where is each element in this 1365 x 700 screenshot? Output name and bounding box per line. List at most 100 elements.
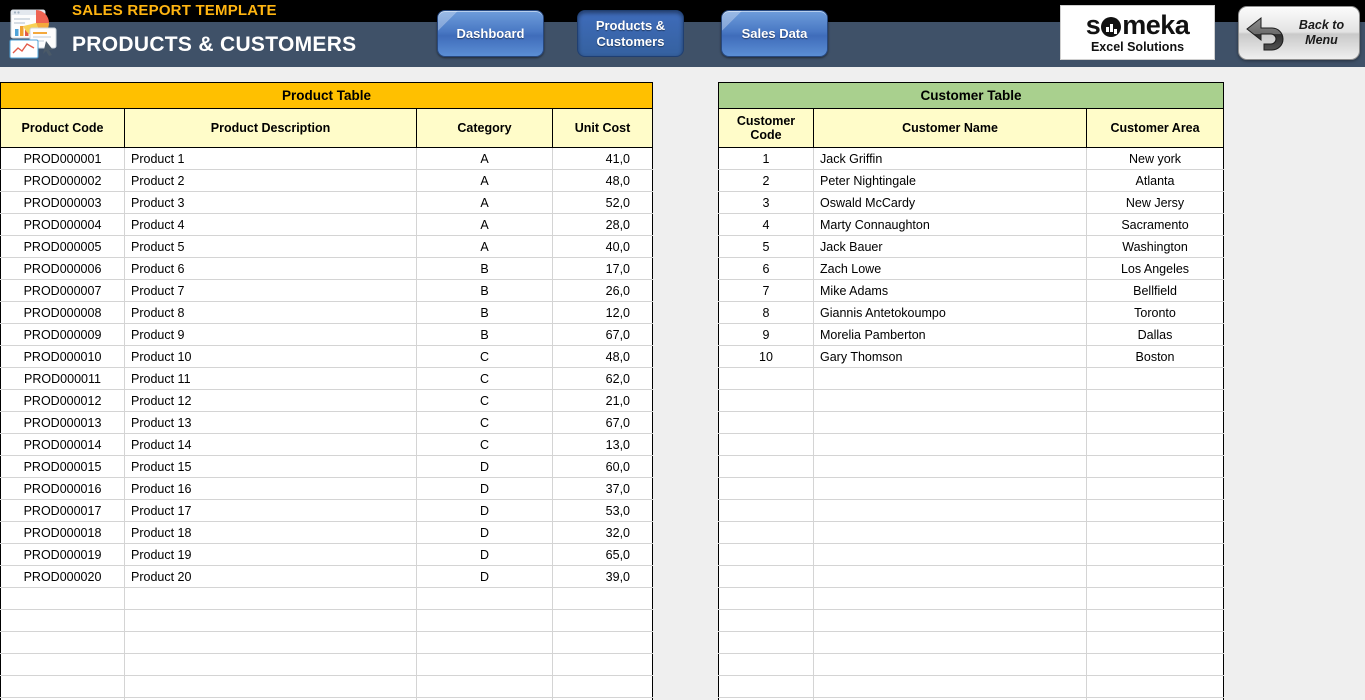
- cell-product-description[interactable]: Product 12: [124, 389, 417, 412]
- table-row-empty[interactable]: [718, 675, 1225, 698]
- cell-product-description[interactable]: Product 19: [124, 543, 417, 566]
- table-row-empty[interactable]: [718, 455, 1225, 478]
- cell-category[interactable]: D: [416, 499, 553, 522]
- cell-customer-code-empty[interactable]: [718, 367, 814, 390]
- cell-customer-name[interactable]: Oswald McCardy: [813, 191, 1087, 214]
- cell-customer-code-empty[interactable]: [718, 543, 814, 566]
- cell-customer-code[interactable]: 10: [718, 345, 814, 368]
- cell-customer-name-empty[interactable]: [813, 631, 1087, 654]
- cell-customer-code[interactable]: 6: [718, 257, 814, 280]
- cell-category[interactable]: D: [416, 565, 553, 588]
- cell-customer-name-empty[interactable]: [813, 587, 1087, 610]
- column-header-product-code[interactable]: Product Code: [0, 108, 125, 148]
- cell-customer-code-empty[interactable]: [718, 521, 814, 544]
- cell-product-description[interactable]: Product 2: [124, 169, 417, 192]
- cell-product-description[interactable]: Product 18: [124, 521, 417, 544]
- cell-product-description[interactable]: Product 9: [124, 323, 417, 346]
- cell-customer-name-empty[interactable]: [813, 411, 1087, 434]
- cell-customer-code[interactable]: 7: [718, 279, 814, 302]
- cell-customer-code[interactable]: 4: [718, 213, 814, 236]
- cell-unit-cost[interactable]: 48,0: [551, 169, 654, 192]
- cell-product-code[interactable]: PROD000018: [0, 521, 125, 544]
- table-row[interactable]: PROD000003 Product 3 A 52,0: [0, 191, 654, 214]
- cell-customer-name-empty[interactable]: [813, 565, 1087, 588]
- cell-product-description[interactable]: Product 10: [124, 345, 417, 368]
- table-row[interactable]: PROD000016 Product 16 D 37,0: [0, 477, 654, 500]
- cell-customer-code[interactable]: 3: [718, 191, 814, 214]
- cell-customer-area-empty[interactable]: [1085, 367, 1225, 390]
- cell-customer-area[interactable]: Atlanta: [1085, 169, 1225, 192]
- table-row-empty[interactable]: [718, 653, 1225, 676]
- cell-unit-cost[interactable]: 62,0: [551, 367, 654, 390]
- cell-product-code[interactable]: PROD000020: [0, 565, 125, 588]
- cell-category[interactable]: D: [416, 477, 553, 500]
- table-row[interactable]: PROD000015 Product 15 D 60,0: [0, 455, 654, 478]
- cell-customer-code-empty[interactable]: [718, 587, 814, 610]
- cell-customer-name[interactable]: Marty Connaughton: [813, 213, 1087, 236]
- cell-unit-cost[interactable]: 67,0: [551, 411, 654, 434]
- cell-product-code[interactable]: PROD000010: [0, 345, 125, 368]
- cell-category[interactable]: B: [416, 257, 553, 280]
- cell-product-description-empty[interactable]: [124, 675, 417, 698]
- cell-category[interactable]: A: [416, 213, 553, 236]
- column-header-customer-code[interactable]: Customer Code: [718, 108, 814, 148]
- cell-unit-cost[interactable]: 37,0: [551, 477, 654, 500]
- cell-product-description[interactable]: Product 1: [124, 147, 417, 170]
- cell-customer-code[interactable]: 8: [718, 301, 814, 324]
- cell-customer-code-empty[interactable]: [718, 675, 814, 698]
- cell-product-code[interactable]: PROD000016: [0, 477, 125, 500]
- cell-product-description[interactable]: Product 11: [124, 367, 417, 390]
- column-header-category[interactable]: Category: [416, 108, 553, 148]
- cell-category[interactable]: B: [416, 323, 553, 346]
- cell-customer-code-empty[interactable]: [718, 433, 814, 456]
- table-row[interactable]: PROD000019 Product 19 D 65,0: [0, 543, 654, 566]
- cell-unit-cost[interactable]: 13,0: [551, 433, 654, 456]
- cell-product-code-empty[interactable]: [0, 675, 125, 698]
- cell-category-empty[interactable]: [416, 631, 553, 654]
- cell-product-code[interactable]: PROD000002: [0, 169, 125, 192]
- cell-product-code[interactable]: PROD000015: [0, 455, 125, 478]
- cell-product-description-empty[interactable]: [124, 631, 417, 654]
- cell-product-description[interactable]: Product 6: [124, 257, 417, 280]
- cell-product-code-empty[interactable]: [0, 587, 125, 610]
- cell-unit-cost[interactable]: 26,0: [551, 279, 654, 302]
- table-row[interactable]: 6 Zach Lowe Los Angeles: [718, 257, 1225, 280]
- cell-customer-area[interactable]: Toronto: [1085, 301, 1225, 324]
- table-row[interactable]: 2 Peter Nightingale Atlanta: [718, 169, 1225, 192]
- table-row[interactable]: PROD000011 Product 11 C 62,0: [0, 367, 654, 390]
- column-header-customer-name[interactable]: Customer Name: [813, 108, 1087, 148]
- cell-customer-code-empty[interactable]: [718, 389, 814, 412]
- cell-unit-cost[interactable]: 53,0: [551, 499, 654, 522]
- table-row-empty[interactable]: [718, 587, 1225, 610]
- cell-customer-name[interactable]: Giannis Antetokoumpo: [813, 301, 1087, 324]
- cell-category[interactable]: C: [416, 411, 553, 434]
- cell-unit-cost[interactable]: 52,0: [551, 191, 654, 214]
- cell-category[interactable]: A: [416, 147, 553, 170]
- cell-customer-name-empty[interactable]: [813, 499, 1087, 522]
- cell-customer-name-empty[interactable]: [813, 389, 1087, 412]
- cell-customer-name-empty[interactable]: [813, 675, 1087, 698]
- table-row[interactable]: PROD000017 Product 17 D 53,0: [0, 499, 654, 522]
- table-row-empty[interactable]: [718, 631, 1225, 654]
- cell-customer-area[interactable]: Dallas: [1085, 323, 1225, 346]
- cell-unit-cost[interactable]: 65,0: [551, 543, 654, 566]
- cell-customer-name-empty[interactable]: [813, 543, 1087, 566]
- cell-product-code[interactable]: PROD000014: [0, 433, 125, 456]
- cell-customer-name[interactable]: Mike Adams: [813, 279, 1087, 302]
- cell-unit-cost[interactable]: 12,0: [551, 301, 654, 324]
- cell-customer-name-empty[interactable]: [813, 477, 1087, 500]
- cell-customer-name-empty[interactable]: [813, 653, 1087, 676]
- cell-category[interactable]: D: [416, 543, 553, 566]
- cell-unit-cost[interactable]: 67,0: [551, 323, 654, 346]
- cell-customer-name[interactable]: Morelia Pamberton: [813, 323, 1087, 346]
- table-row-empty[interactable]: [718, 477, 1225, 500]
- cell-unit-cost-empty[interactable]: [551, 631, 654, 654]
- cell-product-code[interactable]: PROD000017: [0, 499, 125, 522]
- cell-customer-code[interactable]: 1: [718, 147, 814, 170]
- cell-category-empty[interactable]: [416, 609, 553, 632]
- cell-product-code-empty[interactable]: [0, 631, 125, 654]
- table-row[interactable]: PROD000013 Product 13 C 67,0: [0, 411, 654, 434]
- cell-product-code[interactable]: PROD000003: [0, 191, 125, 214]
- table-row[interactable]: 3 Oswald McCardy New Jersy: [718, 191, 1225, 214]
- cell-unit-cost-empty[interactable]: [551, 675, 654, 698]
